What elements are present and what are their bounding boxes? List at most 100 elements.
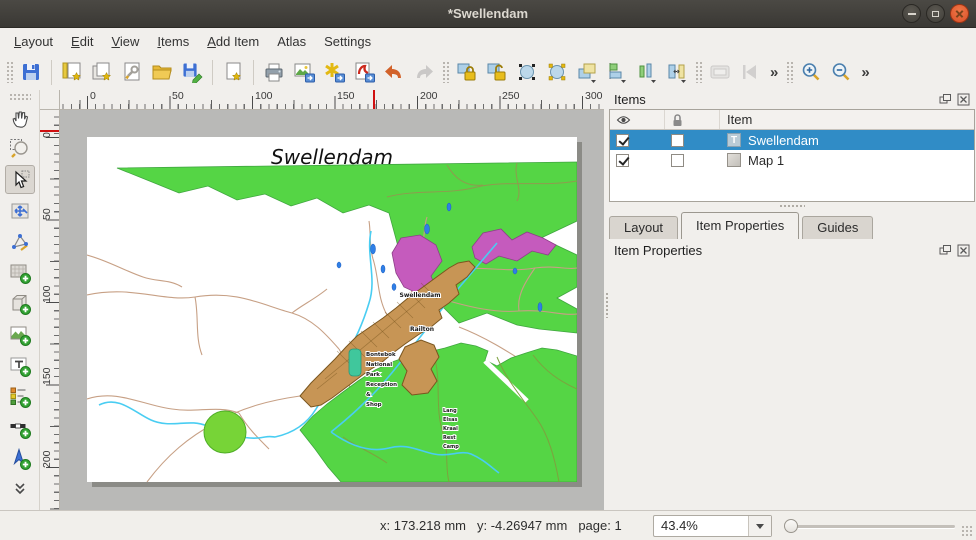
chevron-double-down-icon [13, 482, 27, 496]
undo-button[interactable] [379, 57, 409, 87]
layout-page[interactable]: Swellendam Railton Bontebok National Par… [87, 137, 577, 482]
menu-atlas[interactable]: Atlas [268, 30, 315, 53]
zoom-tool-button[interactable] [5, 134, 35, 163]
toolbar-drag-handle[interactable] [695, 61, 702, 83]
add-scalebar-tool-button[interactable] [5, 413, 35, 442]
properties-panel-float-button[interactable] [938, 244, 952, 258]
print-button[interactable] [259, 57, 289, 87]
select-move-item-tool-button[interactable] [5, 165, 35, 194]
toolbar-drag-handle[interactable] [6, 61, 13, 83]
distribute-items-icon [636, 61, 658, 83]
item-row-swellendam[interactable]: Swellendam [610, 130, 974, 150]
panel-resize-handle[interactable] [608, 204, 976, 211]
align-items-icon [606, 61, 628, 83]
items-panel-close-button[interactable] [956, 93, 970, 107]
menu-layout[interactable]: Layout [5, 30, 62, 53]
map-title-item[interactable]: Swellendam [271, 145, 393, 169]
lock-icon [671, 113, 684, 127]
map-item[interactable]: Swellendam Railton Bontebok National Par… [87, 137, 577, 482]
items-panel-float-button[interactable] [938, 93, 952, 107]
add-legend-tool-button[interactable] [5, 382, 35, 411]
lock-checkbox[interactable] [671, 154, 684, 167]
save-as-template-icon [181, 61, 203, 83]
vertical-ruler[interactable]: 0 50 100 150 200 [40, 110, 60, 510]
add-map-tool-button[interactable] [5, 258, 35, 287]
pan-tool-button[interactable] [5, 103, 35, 132]
export-image-button[interactable] [289, 57, 319, 87]
save-as-template-button[interactable] [177, 57, 207, 87]
distribute-items-button[interactable] [632, 57, 662, 87]
zoom-out-button[interactable] [826, 57, 856, 87]
zoom-dropdown-button[interactable] [748, 516, 771, 536]
add-north-arrow-tool-button[interactable] [5, 444, 35, 473]
resize-items-button[interactable] [662, 57, 692, 87]
toolbar-overflow-button[interactable]: » [765, 64, 783, 81]
window-resize-grip[interactable] [961, 525, 973, 537]
visibility-checkbox[interactable] [616, 154, 629, 167]
close-panel-icon [957, 244, 970, 257]
add-picture-tool-button[interactable] [5, 320, 35, 349]
menu-view[interactable]: View [102, 30, 148, 53]
move-item-content-tool-button[interactable] [5, 196, 35, 225]
atlas-first-feature-button[interactable] [735, 57, 765, 87]
group-items-button[interactable] [512, 57, 542, 87]
lock-checkbox[interactable] [671, 134, 684, 147]
toolbar-overflow-button[interactable]: » [856, 64, 874, 81]
more-tools-button[interactable] [13, 482, 27, 499]
ungroup-items-button[interactable] [542, 57, 572, 87]
horizontal-ruler[interactable]: 0 50 100 150 200 250 300 [60, 90, 604, 110]
menu-settings[interactable]: Settings [315, 30, 380, 53]
zoom-level-value[interactable]: 43.4% [654, 516, 748, 536]
lock-items-button[interactable] [452, 57, 482, 87]
unlock-all-button[interactable] [482, 57, 512, 87]
window-title: *Swellendam [0, 0, 976, 28]
chevron-down-icon [756, 524, 764, 529]
menubar: Layout Edit View Items Add Item Atlas Se… [0, 28, 976, 54]
toolbar-drag-handle[interactable] [9, 93, 31, 100]
menu-edit[interactable]: Edit [62, 30, 102, 53]
visibility-checkbox[interactable] [616, 134, 629, 147]
duplicate-layout-button[interactable] [87, 57, 117, 87]
edit-nodes-tool-button[interactable] [5, 227, 35, 256]
atlas-preview-button[interactable] [705, 57, 735, 87]
properties-panel-close-button[interactable] [956, 244, 970, 258]
zoom-in-button[interactable] [796, 57, 826, 87]
map-item-icon [727, 153, 741, 167]
close-button[interactable] [950, 4, 969, 23]
minimize-button[interactable] [902, 4, 921, 23]
add-pages-button[interactable] [218, 57, 248, 87]
add-label-tool-button[interactable] [5, 351, 35, 380]
toolbar-drag-handle[interactable] [442, 61, 449, 83]
ruler-label: 0 [41, 132, 53, 138]
layout-manager-button[interactable] [117, 57, 147, 87]
new-layout-button[interactable] [57, 57, 87, 87]
layout-canvas[interactable]: Swellendam Railton Bontebok National Par… [60, 110, 604, 510]
toolbar-drag-handle[interactable] [786, 61, 793, 83]
align-items-button[interactable] [602, 57, 632, 87]
save-icon [20, 61, 42, 83]
maximize-button[interactable] [926, 4, 945, 23]
menu-add-item[interactable]: Add Item [198, 30, 268, 53]
zoom-slider-handle[interactable] [784, 519, 798, 533]
item-row-map1[interactable]: Map 1 [610, 150, 974, 170]
zoom-level-combobox[interactable]: 43.4% [653, 515, 772, 537]
tab-guides[interactable]: Guides [802, 216, 873, 239]
open-layout-button[interactable] [147, 57, 177, 87]
menu-items[interactable]: Items [148, 30, 198, 53]
raise-items-button[interactable] [572, 57, 602, 87]
lock-items-icon [456, 61, 478, 83]
zoom-slider-track[interactable] [789, 525, 955, 528]
svg-text:Camp: Camp [443, 444, 459, 450]
tab-layout[interactable]: Layout [609, 216, 678, 239]
save-project-button[interactable] [16, 57, 46, 87]
tab-item-properties[interactable]: Item Properties [681, 212, 799, 239]
export-pdf-button[interactable] [349, 57, 379, 87]
svg-text:Reception: Reception [366, 382, 397, 388]
ruler-label: 250 [502, 90, 520, 102]
redo-button[interactable] [409, 57, 439, 87]
titlebar[interactable]: *Swellendam [0, 0, 976, 28]
add-3d-map-tool-button[interactable] [5, 289, 35, 318]
export-svg-button[interactable] [319, 57, 349, 87]
cursor-position-marker [373, 90, 375, 109]
atlas-first-feature-icon [739, 61, 761, 83]
